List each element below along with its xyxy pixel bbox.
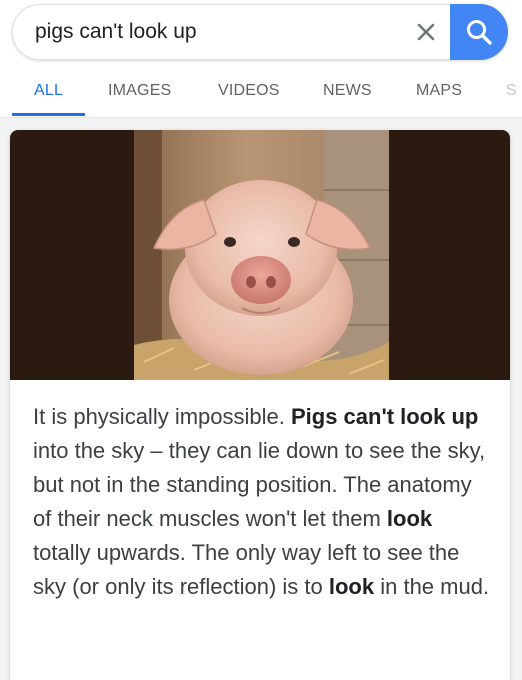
result-image-band bbox=[10, 130, 510, 380]
tab-images[interactable]: IMAGES bbox=[108, 82, 171, 100]
featured-snippet-card: It is physically impossible. Pigs can't … bbox=[10, 130, 510, 680]
snippet-text: in the mud. bbox=[374, 574, 490, 599]
tab-maps[interactable]: MAPS bbox=[416, 82, 462, 100]
snippet-highlight: look bbox=[328, 574, 375, 599]
search-bar[interactable] bbox=[12, 4, 508, 60]
search-header bbox=[0, 0, 522, 70]
search-results-page: ALL IMAGES VIDEOS NEWS MAPS S bbox=[0, 0, 522, 680]
snippet-highlight: Pigs can't look up bbox=[290, 404, 479, 429]
snippet-text: It is physically impossible. bbox=[33, 404, 291, 429]
search-button[interactable] bbox=[450, 4, 508, 60]
magnifier-icon bbox=[467, 20, 492, 45]
piglet-photo[interactable] bbox=[134, 130, 389, 380]
tab-shopping[interactable]: S bbox=[506, 82, 517, 100]
close-icon bbox=[417, 23, 435, 41]
tab-all[interactable]: ALL bbox=[34, 82, 63, 100]
search-input[interactable] bbox=[35, 13, 395, 51]
search-tabs: ALL IMAGES VIDEOS NEWS MAPS S bbox=[0, 70, 522, 118]
result-snippet: It is physically impossible. Pigs can't … bbox=[33, 400, 493, 604]
active-tab-indicator bbox=[12, 113, 85, 116]
clear-search-button[interactable] bbox=[405, 11, 447, 53]
tab-news[interactable]: NEWS bbox=[323, 82, 372, 100]
snippet-highlight: look bbox=[386, 506, 433, 531]
tab-videos[interactable]: VIDEOS bbox=[218, 82, 280, 100]
